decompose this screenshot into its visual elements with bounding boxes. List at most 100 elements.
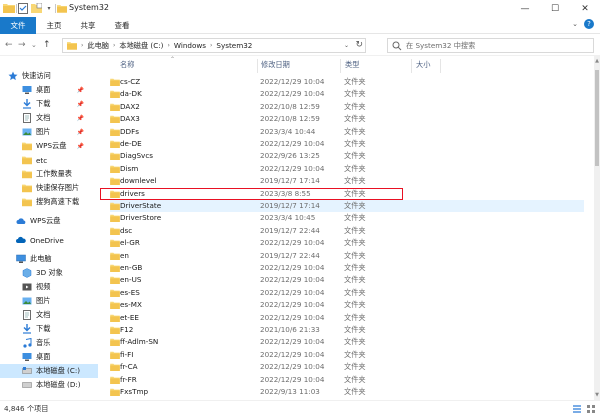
- file-modified-date: 2021/10/6 21:33: [260, 325, 320, 334]
- sidebar-item-desktop[interactable]: 桌面 📌: [0, 83, 98, 97]
- table-row[interactable]: DiagSvcs 2022/9/26 13:25 文件夹: [110, 150, 584, 162]
- table-row[interactable]: DriverState 2019/12/7 17:14 文件夹: [110, 200, 584, 213]
- properties-icon[interactable]: [18, 2, 29, 14]
- search-box[interactable]: 在 System32 中搜索: [387, 38, 594, 53]
- breadcrumb-system32[interactable]: System32: [216, 41, 252, 50]
- table-row[interactable]: el-GR 2022/12/29 10:04 文件夹: [110, 237, 584, 249]
- sidebar-item-3d-objects[interactable]: 3D 对象: [0, 266, 98, 280]
- column-separator[interactable]: [257, 59, 258, 73]
- column-header-type[interactable]: 类型: [345, 56, 359, 74]
- column-separator[interactable]: [340, 59, 341, 73]
- file-type: 文件夹: [344, 238, 366, 248]
- address-dropdown-icon[interactable]: ⌄: [344, 42, 349, 49]
- breadcrumb-this-pc[interactable]: 此电脑: [87, 41, 109, 51]
- sidebar-item-pc-documents[interactable]: 文档: [0, 308, 98, 322]
- sidebar-item-downloads[interactable]: 下载 📌: [0, 97, 98, 111]
- folder-icon: [110, 252, 120, 260]
- address-bar[interactable]: › 此电脑 › 本地磁盘 (C:) › Windows › System32 ⌄…: [62, 38, 366, 53]
- minimize-button[interactable]: —: [510, 0, 540, 17]
- column-header-name[interactable]: 名称: [120, 56, 134, 74]
- sidebar-wps-cloud[interactable]: WPS云盘: [0, 214, 98, 228]
- table-row[interactable]: DriverStore 2023/3/4 10:45 文件夹: [110, 212, 584, 224]
- sidebar-item-documents[interactable]: 文档 📌: [0, 111, 98, 125]
- table-row[interactable]: en-US 2022/12/29 10:04 文件夹: [110, 274, 584, 286]
- details-view-icon[interactable]: [572, 404, 582, 414]
- breadcrumb-drive-c[interactable]: 本地磁盘 (C:): [119, 41, 163, 51]
- table-row[interactable]: fi-FI 2022/12/29 10:04 文件夹: [110, 349, 584, 361]
- table-row[interactable]: dsc 2019/12/7 22:44 文件夹: [110, 225, 584, 237]
- sidebar-item-quick-save[interactable]: 快速保存图片: [0, 181, 98, 195]
- sidebar-this-pc[interactable]: 此电脑: [0, 252, 98, 266]
- back-button[interactable]: ←: [5, 40, 13, 50]
- recent-locations-button[interactable]: ⌄: [31, 40, 37, 50]
- tab-file[interactable]: 文件: [0, 17, 36, 34]
- forward-button[interactable]: →: [18, 40, 26, 50]
- table-row[interactable]: cs-CZ 2022/12/29 10:04 文件夹: [110, 76, 584, 88]
- sidebar-item-pc-pictures[interactable]: 图片: [0, 294, 98, 308]
- sidebar-item-wps-cloud-folder[interactable]: WPS云盘 📌: [0, 139, 98, 153]
- breadcrumb-separator: ›: [81, 42, 84, 49]
- pin-icon[interactable]: 📌: [77, 143, 84, 150]
- table-row[interactable]: de-DE 2022/12/29 10:04 文件夹: [110, 138, 584, 150]
- pin-icon[interactable]: 📌: [77, 129, 84, 136]
- sidebar-item-pc-desktop[interactable]: 桌面: [0, 350, 98, 364]
- scroll-down-icon[interactable]: ▼: [594, 392, 600, 398]
- pin-icon[interactable]: 📌: [77, 115, 84, 122]
- sidebar-item-drive-d[interactable]: 本地磁盘 (D:): [0, 378, 98, 392]
- sidebar-item-drive-c[interactable]: 本地磁盘 (C:): [0, 364, 98, 378]
- tab-home[interactable]: 主页: [40, 17, 68, 34]
- help-icon[interactable]: ?: [584, 19, 594, 29]
- table-row[interactable]: Dism 2022/12/29 10:04 文件夹: [110, 163, 584, 175]
- table-row[interactable]: F12 2021/10/6 21:33 文件夹: [110, 324, 584, 336]
- file-name: DriverStore: [120, 213, 162, 223]
- table-row[interactable]: DAX3 2022/10/8 12:59 文件夹: [110, 113, 584, 125]
- table-row[interactable]: da-DK 2022/12/29 10:04 文件夹: [110, 88, 584, 100]
- column-header-date[interactable]: 修改日期: [261, 56, 290, 74]
- sidebar-item-etc[interactable]: etc: [0, 153, 98, 167]
- table-row[interactable]: en-GB 2022/12/29 10:04 文件夹: [110, 262, 584, 274]
- table-row[interactable]: ff-Adlm-SN 2022/12/29 10:04 文件夹: [110, 336, 584, 348]
- table-row[interactable]: DAX2 2022/10/8 12:59 文件夹: [110, 101, 584, 113]
- sidebar-item-pictures[interactable]: 图片 📌: [0, 125, 98, 139]
- table-row[interactable]: fr-FR 2022/12/29 10:04 文件夹: [110, 374, 584, 386]
- sidebar-item-music[interactable]: 音乐: [0, 336, 98, 350]
- scroll-thumb[interactable]: [595, 70, 599, 166]
- table-row[interactable]: DDFs 2023/3/4 10:44 文件夹: [110, 126, 584, 138]
- table-row[interactable]: downlevel 2019/12/7 17:14 文件夹: [110, 175, 584, 187]
- maximize-button[interactable]: ☐: [540, 0, 570, 17]
- column-header-size[interactable]: 大小: [416, 56, 430, 74]
- table-row[interactable]: es-MX 2022/12/29 10:04 文件夹: [110, 299, 584, 311]
- scroll-up-icon[interactable]: ▲: [594, 58, 600, 64]
- file-name: DriverState: [120, 201, 162, 210]
- new-folder-icon[interactable]: [31, 2, 42, 14]
- pin-icon[interactable]: 📌: [77, 87, 84, 94]
- close-button[interactable]: ✕: [570, 0, 600, 17]
- up-button[interactable]: ↑: [43, 40, 51, 50]
- tab-share[interactable]: 共享: [74, 17, 102, 34]
- file-name: es-ES: [120, 287, 140, 297]
- expand-ribbon-icon[interactable]: ⌄: [572, 20, 578, 28]
- refresh-icon[interactable]: ↻: [355, 40, 363, 50]
- tab-view[interactable]: 查看: [108, 17, 136, 34]
- sidebar-onedrive[interactable]: OneDrive: [0, 233, 98, 247]
- sidebar-item-work-sheet[interactable]: 工作数量表: [0, 167, 98, 181]
- file-type: 文件夹: [344, 362, 366, 372]
- sidebar-item-sogou-download[interactable]: 搜狗高速下载: [0, 195, 98, 209]
- pin-icon[interactable]: 📌: [77, 101, 84, 108]
- table-row[interactable]: FxsTmp 2022/9/13 11:03 文件夹: [110, 386, 584, 398]
- vertical-scrollbar[interactable]: ▲ ▼: [594, 56, 600, 400]
- table-row[interactable]: fr-CA 2022/12/29 10:04 文件夹: [110, 361, 584, 373]
- breadcrumb-windows[interactable]: Windows: [174, 41, 206, 50]
- table-row[interactable]: en 2019/12/7 22:44 文件夹: [110, 250, 584, 262]
- column-separator[interactable]: [440, 59, 441, 73]
- table-row[interactable]: et-EE 2022/12/29 10:04 文件夹: [110, 312, 584, 324]
- file-modified-date: 2019/12/7 17:14: [260, 201, 320, 210]
- column-separator[interactable]: [411, 59, 412, 73]
- large-icons-view-icon[interactable]: [586, 404, 596, 414]
- sidebar-item-videos[interactable]: 视频: [0, 280, 98, 294]
- document-icon: [23, 310, 31, 320]
- sidebar-quick-access[interactable]: 快速访问: [0, 69, 98, 83]
- sidebar-item-pc-downloads[interactable]: 下载: [0, 322, 98, 336]
- table-row[interactable]: es-ES 2022/12/29 10:04 文件夹: [110, 287, 584, 299]
- quick-access-dropdown-icon[interactable]: ▾: [45, 2, 53, 14]
